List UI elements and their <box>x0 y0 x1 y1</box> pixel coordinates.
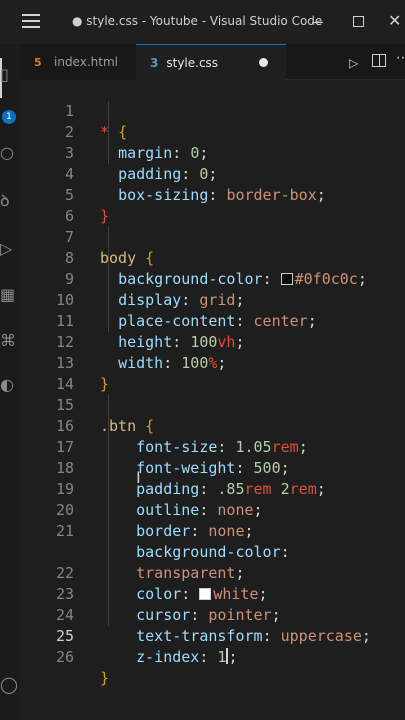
split-editor-icon[interactable] <box>372 54 386 67</box>
code-line: 17 font-weight: 500; <box>55 438 290 477</box>
code-line: 24 text-transform: uppercase; <box>55 606 371 645</box>
code-line: 7 body { <box>64 228 155 267</box>
css-file-icon: 3 <box>150 55 159 70</box>
run-icon[interactable]: ▷ <box>349 56 358 70</box>
tab-style-css[interactable]: 3 style.css <box>136 44 286 80</box>
code-line: 21 background-color: <box>55 522 290 561</box>
source-control-icon[interactable]: ꝺ <box>0 190 20 212</box>
minimize-button[interactable] <box>312 22 323 23</box>
code-line: 16 font-size: 1.05rem; <box>55 417 308 456</box>
code-line-wrapped: transparent; <box>136 564 245 582</box>
code-line: 12 width: 100%; <box>55 333 227 372</box>
code-line: 6 <box>64 207 74 225</box>
code-line: 2 margin: 0; <box>64 123 209 162</box>
code-line-current: 25 z-index: 1; <box>55 627 238 666</box>
code-line: 22 color: white; <box>55 564 268 603</box>
code-line: 14 <box>55 375 74 393</box>
more-actions-icon[interactable]: ⋯ <box>396 50 405 66</box>
code-line: 8 background-color: #0f0c0c; <box>64 249 367 288</box>
code-line: 1 * { <box>64 102 128 141</box>
title-bar: ● style.css - Youtube - Visual Studio Co… <box>0 0 405 44</box>
run-debug-icon[interactable]: ▷ <box>0 238 20 260</box>
code-editor[interactable]: 1 * { 2 margin: 0; 3 padding: 0; 4 box-s… <box>20 80 405 720</box>
activity-bar: ▯ 1 ○ ꝺ ▷ ▦ ⌘ ◐ ◯ ✲ <box>0 44 20 720</box>
notification-badge: 1 <box>2 110 16 124</box>
remote-icon[interactable]: ⌘ <box>0 330 20 352</box>
live-share-icon[interactable]: ◐ <box>0 374 20 396</box>
settings-icon[interactable]: ✲ <box>0 716 20 720</box>
code-line: 10 place-content: center; <box>55 291 317 330</box>
tab-label: index.html <box>54 55 118 69</box>
code-line: 20 border: none; <box>55 501 254 540</box>
code-line: 26 } <box>55 648 110 687</box>
text-cursor-icon: I <box>136 468 141 487</box>
code-line: 18 padding: .85rem 2rem; <box>55 459 326 498</box>
window-title: ● style.css - Youtube - Visual Studio Co… <box>72 14 323 28</box>
unsaved-dot-icon[interactable] <box>259 58 268 67</box>
code-line: 13 } <box>55 354 110 393</box>
tab-bar: 5 index.html 3 style.css <box>20 44 405 80</box>
maximize-button[interactable] <box>353 16 364 27</box>
menu-icon[interactable] <box>22 14 40 28</box>
extensions-icon[interactable]: ▦ <box>0 284 20 306</box>
html-file-icon: 5 <box>34 56 42 69</box>
search-icon[interactable]: ○ <box>0 142 20 164</box>
code-line: 11 height: 100vh; <box>55 312 245 351</box>
code-line: 15 .btn { <box>55 396 155 435</box>
code-line: 19 outline: none; <box>55 480 263 519</box>
close-button[interactable]: ✕ <box>388 11 401 30</box>
tab-index-html[interactable]: 5 index.html <box>20 44 136 80</box>
code-line: 4 box-sizing: border-box; <box>64 165 326 204</box>
code-line: 23 cursor: pointer; <box>55 585 281 624</box>
explorer-icon[interactable]: ▯ <box>0 64 20 86</box>
code-line: 5 } <box>64 186 110 225</box>
account-icon[interactable]: ◯ <box>0 674 20 696</box>
tab-label: style.css <box>166 55 219 70</box>
code-line: 3 padding: 0; <box>64 144 218 183</box>
code-line: 9 display: grid; <box>64 270 245 309</box>
